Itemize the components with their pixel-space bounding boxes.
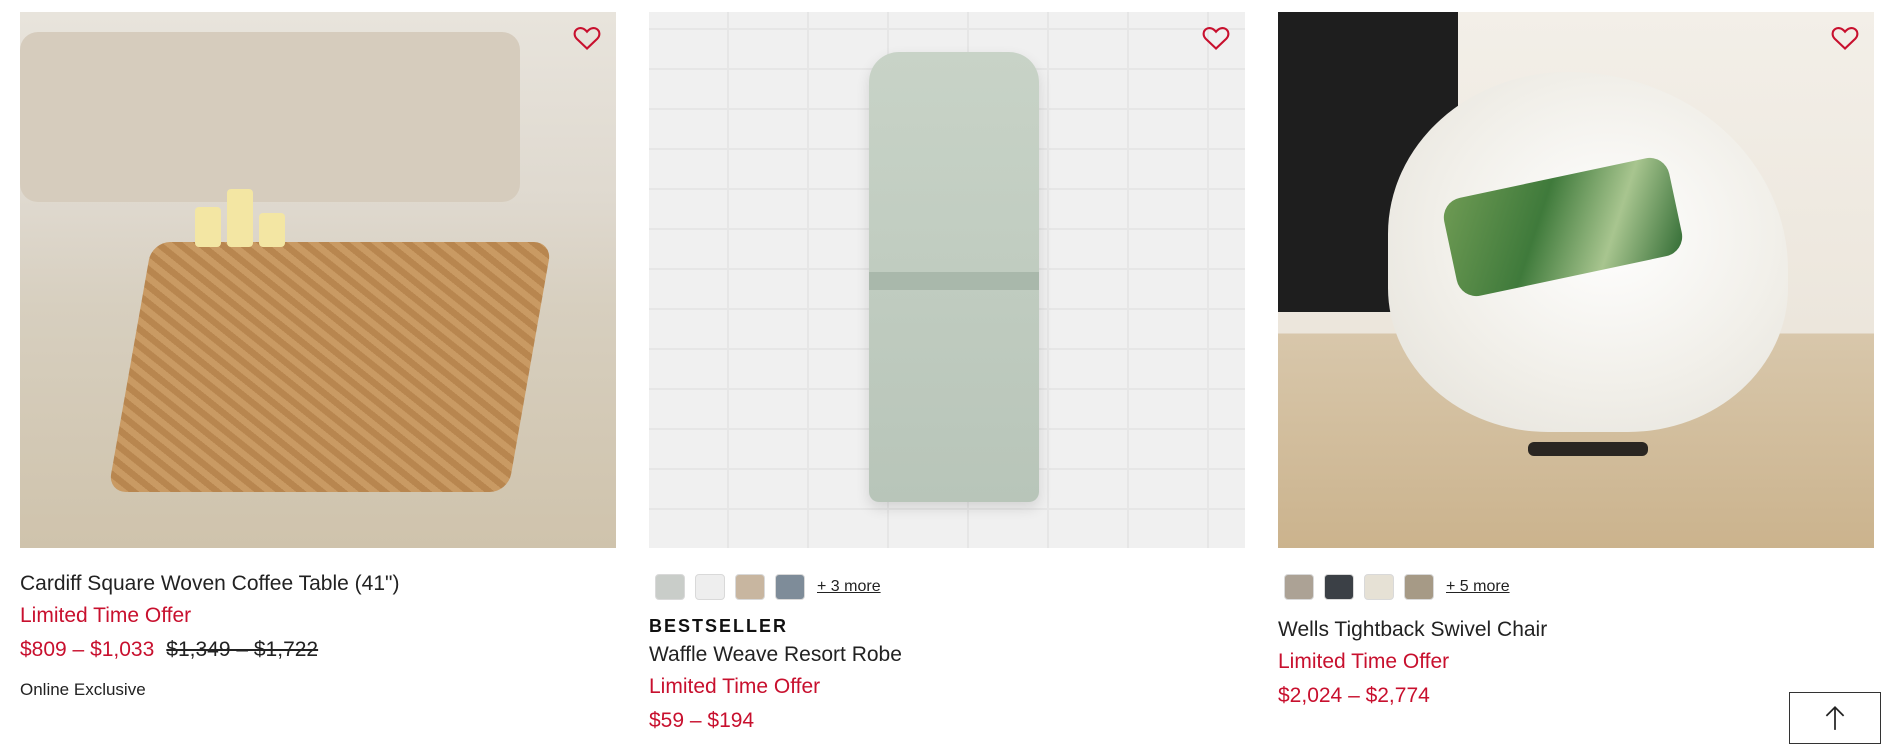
color-swatch[interactable] [1284,574,1314,600]
color-swatch[interactable] [775,574,805,600]
bestseller-badge: BESTSELLER [649,616,789,636]
product-card: + 5 more Wells Tightback Swivel Chair Li… [1278,12,1874,733]
favorite-heart-icon[interactable] [1201,24,1231,52]
back-to-top-button[interactable] [1789,692,1881,744]
sale-price: $59 – $194 [649,709,755,732]
more-colors-link[interactable]: + 5 more [1446,578,1510,596]
arrow-up-icon [1825,706,1845,730]
color-swatch[interactable] [1404,574,1434,600]
sofa-graphic [20,32,520,202]
product-image[interactable] [649,12,1245,548]
price-row: $59 – $194 [649,709,1245,733]
color-swatches: + 5 more [1278,572,1874,602]
color-swatches: + 3 more [649,572,1245,602]
product-title[interactable]: Wells Tightback Swivel Chair [1278,618,1874,642]
product-grid: Cardiff Square Woven Coffee Table (41") … [20,12,1874,733]
limited-offer-label: Limited Time Offer [1278,650,1450,673]
color-swatch[interactable] [655,574,685,600]
robe-belt-graphic [869,272,1039,290]
original-price: $1,349 – $1,722 [166,638,319,661]
limited-offer-label: Limited Time Offer [649,675,821,698]
sale-price: $809 – $1,033 [20,638,155,661]
limited-offer-label: Limited Time Offer [20,604,192,627]
product-card: Cardiff Square Woven Coffee Table (41") … [20,12,616,733]
sale-price: $2,024 – $2,774 [1278,684,1430,707]
color-swatch[interactable] [1364,574,1394,600]
chair-base-graphic [1528,442,1648,456]
favorite-heart-icon[interactable] [1830,24,1860,52]
color-swatch[interactable] [735,574,765,600]
price-row: $809 – $1,033 $1,349 – $1,722 [20,638,616,662]
candles-graphic [195,187,285,247]
product-image[interactable] [1278,12,1874,548]
price-row: $2,024 – $2,774 [1278,684,1874,708]
color-swatch[interactable] [695,574,725,600]
product-card: + 3 more BESTSELLER Waffle Weave Resort … [649,12,1245,733]
favorite-heart-icon[interactable] [572,24,602,52]
online-exclusive-label: Online Exclusive [20,680,146,699]
product-image[interactable] [20,12,616,548]
color-swatch[interactable] [1324,574,1354,600]
more-colors-link[interactable]: + 3 more [817,578,881,596]
coffee-table-graphic [107,242,553,492]
product-title[interactable]: Cardiff Square Woven Coffee Table (41") [20,572,616,596]
product-title[interactable]: Waffle Weave Resort Robe [649,643,1245,667]
